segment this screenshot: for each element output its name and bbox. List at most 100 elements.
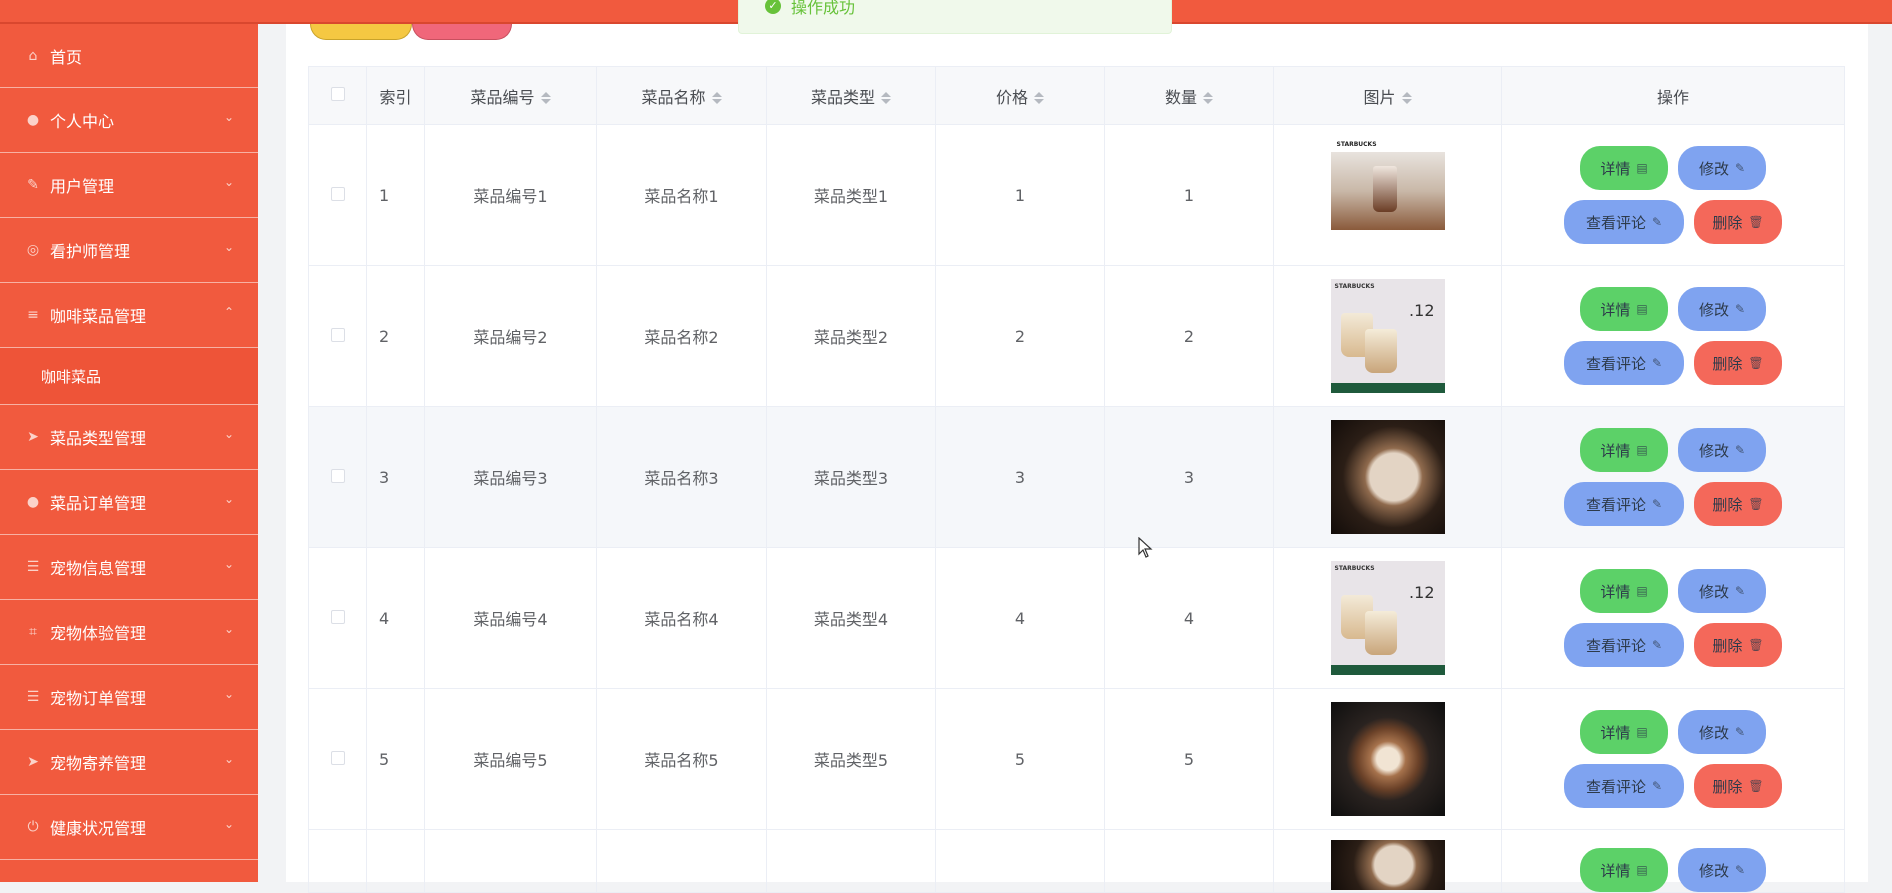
header-image[interactable]: 图片 — [1273, 66, 1502, 125]
cell-index: 1 — [366, 124, 425, 266]
sidebar-item-health-management[interactable]: ⏻ 健康状况管理 ⌄ — [0, 795, 258, 860]
view-reviews-button[interactable]: 查看评论 ✎ — [1564, 200, 1684, 244]
cell-ops: 详情 ▤ 修改 ✎ 查看评论 ✎ 删除 🗑 — [1501, 406, 1845, 548]
view-reviews-button[interactable]: 查看评论 ✎ — [1564, 764, 1684, 808]
row-select[interactable] — [308, 547, 367, 689]
edit-button[interactable]: 修改 ✎ — [1678, 848, 1766, 892]
batch-delete-button[interactable] — [412, 24, 512, 40]
check-circle-icon: ✓ — [765, 0, 781, 14]
row-select[interactable] — [308, 829, 367, 893]
view-reviews-button[interactable]: 查看评论 ✎ — [1564, 341, 1684, 385]
row-checkbox[interactable] — [330, 609, 345, 624]
cell-ops: 详情 ▤ 修改 ✎ — [1501, 829, 1845, 893]
detail-button[interactable]: 详情 ▤ — [1580, 428, 1668, 472]
thumb-brand-text: STARBUCKS — [1336, 141, 1377, 148]
sidebar-item-pet-boarding-management[interactable]: ➤ 宠物寄养管理 ⌄ — [0, 730, 258, 795]
dish-image — [1330, 840, 1445, 890]
cell-qty — [1104, 829, 1274, 893]
sidebar-item-pet-info-management[interactable]: ☰ 宠物信息管理 ⌄ — [0, 535, 258, 600]
edit-button[interactable]: 修改 ✎ — [1678, 428, 1766, 472]
header-price[interactable]: 价格 — [935, 66, 1105, 125]
sidebar-item-user-management[interactable]: ✎ 用户管理 ⌄ — [0, 153, 258, 218]
delete-button[interactable]: 删除 🗑 — [1694, 200, 1782, 244]
header-image-label: 图片 — [1363, 87, 1396, 107]
header-ops: 操作 — [1501, 66, 1845, 125]
sort-icon[interactable] — [1401, 92, 1412, 104]
delete-button[interactable]: 删除 🗑 — [1694, 341, 1782, 385]
row-checkbox[interactable] — [330, 186, 345, 201]
delete-button[interactable]: 删除 🗑 — [1694, 482, 1782, 526]
cell-name: 菜品名称3 — [596, 406, 767, 548]
sidebar-item-label: 用户管理 — [50, 177, 115, 196]
cell-ops: 详情 ▤ 修改 ✎ 查看评论 ✎ 删除 🗑 — [1501, 547, 1845, 689]
sidebar-item-coffee-dish-management[interactable]: ≡ 咖啡菜品管理 ⌃ — [0, 283, 258, 348]
edit-button[interactable]: 修改 ✎ — [1678, 146, 1766, 190]
select-all-checkbox[interactable] — [330, 87, 345, 101]
row-select[interactable] — [308, 265, 367, 407]
cell-type: 菜品类型1 — [766, 124, 936, 266]
review-label: 查看评论 — [1585, 778, 1646, 796]
sidebar-item-dish-type-management[interactable]: ➤ 菜品类型管理 ⌄ — [0, 405, 258, 470]
header-index: 索引 — [366, 66, 425, 125]
delete-button[interactable]: 删除 🗑 — [1694, 623, 1782, 667]
sort-icon[interactable] — [711, 92, 722, 104]
detail-button[interactable]: 详情 ▤ — [1580, 569, 1668, 613]
detail-button[interactable]: 详情 ▤ — [1580, 287, 1668, 331]
sort-icon[interactable] — [1203, 92, 1213, 104]
row-checkbox[interactable] — [330, 750, 345, 765]
cell-price: 1 — [935, 124, 1105, 266]
cell-name: 菜品名称4 — [596, 547, 767, 689]
sort-icon[interactable] — [881, 92, 891, 104]
header-code-label: 菜品编号 — [470, 87, 535, 107]
detail-button[interactable]: 详情 ▤ — [1580, 146, 1668, 190]
row-checkbox[interactable] — [330, 327, 345, 342]
detail-button[interactable]: 详情 ▤ — [1580, 848, 1668, 892]
edit-button[interactable]: 修改 ✎ — [1678, 287, 1766, 331]
cell-type: 菜品类型2 — [766, 265, 936, 407]
document-icon: ▤ — [1636, 302, 1648, 316]
sidebar-item-caregiver-management[interactable]: ◎ 看护师管理 ⌄ — [0, 218, 258, 283]
edit-button[interactable]: 修改 ✎ — [1678, 569, 1766, 613]
home-icon: ⌂ — [28, 47, 38, 64]
header-name[interactable]: 菜品名称 — [596, 66, 767, 125]
edit-label: 修改 — [1698, 301, 1729, 319]
row-checkbox[interactable] — [330, 468, 345, 483]
sort-icon[interactable] — [540, 92, 551, 104]
header-type[interactable]: 菜品类型 — [766, 66, 936, 125]
sidebar-subitem-coffee-dish[interactable]: 咖啡菜品 — [0, 348, 258, 405]
sidebar-item-pet-order-management[interactable]: ☰ 宠物订单管理 ⌄ — [0, 665, 258, 730]
sidebar-item-personal-center[interactable]: ● 个人中心 ⌄ — [0, 88, 258, 153]
header-code[interactable]: 菜品编号 — [424, 66, 597, 125]
row-select[interactable] — [308, 124, 367, 266]
sort-icon[interactable] — [1034, 92, 1044, 104]
sidebar-item-dish-order-management[interactable]: ● 菜品订单管理 ⌄ — [0, 470, 258, 535]
add-button[interactable] — [310, 24, 412, 40]
cell-ops: 详情 ▤ 修改 ✎ 查看评论 ✎ 删除 🗑 — [1501, 124, 1845, 266]
sliders-icon: ☰ — [26, 689, 40, 705]
view-reviews-button[interactable]: 查看评论 ✎ — [1564, 623, 1684, 667]
compass-icon: ◎ — [26, 242, 40, 258]
user-icon: ● — [26, 494, 40, 510]
chevron-down-icon: ⌄ — [223, 817, 234, 831]
detail-button[interactable]: 详情 ▤ — [1580, 710, 1668, 754]
trash-icon: 🗑 — [1748, 356, 1764, 370]
detail-label: 详情 — [1600, 160, 1631, 178]
table-row: 2 菜品编号2 菜品名称2 菜品类型2 2 2 STARBUCKS .12 详情… — [308, 265, 1845, 407]
header-qty[interactable]: 数量 — [1104, 66, 1274, 125]
delete-button[interactable]: 删除 🗑 — [1694, 764, 1782, 808]
review-label: 查看评论 — [1585, 637, 1646, 655]
pencil-icon: ✎ — [1734, 725, 1746, 739]
cell-type — [766, 829, 936, 893]
header-qty-label: 数量 — [1164, 87, 1197, 107]
sidebar-item-pet-experience-management[interactable]: ⌗ 宠物体验管理 ⌄ — [0, 600, 258, 665]
row-select[interactable] — [308, 688, 367, 830]
cell-code: 菜品编号5 — [424, 688, 597, 830]
row-select[interactable] — [308, 406, 367, 548]
sidebar-item-home[interactable]: ⌂ 首页 — [0, 24, 258, 88]
view-reviews-button[interactable]: 查看评论 ✎ — [1564, 482, 1684, 526]
header-select-all[interactable] — [308, 66, 367, 125]
cell-name — [596, 829, 767, 893]
pencil-icon: ✎ — [1651, 638, 1663, 652]
edit-button[interactable]: 修改 ✎ — [1678, 710, 1766, 754]
dish-image — [1330, 702, 1445, 816]
